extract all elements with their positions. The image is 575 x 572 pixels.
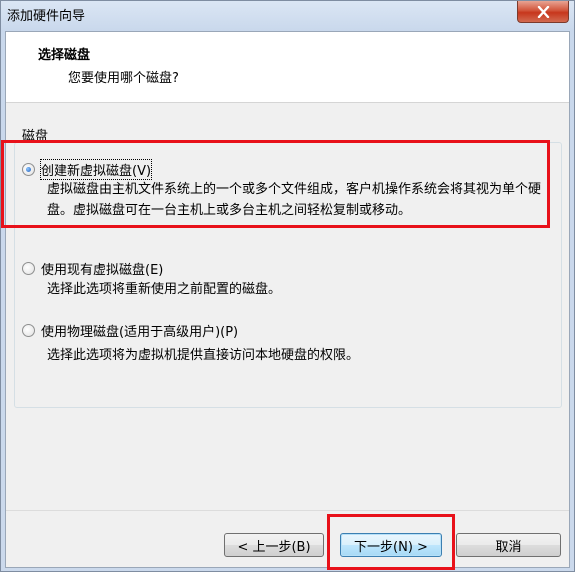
footer-divider xyxy=(6,510,569,511)
close-icon xyxy=(537,5,549,18)
option-use-existing-disk-label: 使用现有虚拟磁盘(E) xyxy=(41,263,164,278)
radio-create-new-disk[interactable] xyxy=(22,163,35,176)
cancel-button[interactable]: 取消 xyxy=(456,533,561,557)
back-button[interactable]: < 上一步(B) xyxy=(224,533,324,557)
radio-use-physical-disk[interactable] xyxy=(22,324,35,337)
option-use-physical-disk[interactable]: 使用物理磁盘(适用于高级用户)(P) xyxy=(22,321,238,340)
close-button[interactable] xyxy=(517,1,569,23)
wizard-body: 选择磁盘 您要使用哪个磁盘? 磁盘 创建新虚拟磁盘(V) 虚拟磁盘由主机文件系统… xyxy=(5,31,570,568)
title-bar[interactable]: 添加硬件向导 xyxy=(1,1,574,31)
radio-use-existing-disk[interactable] xyxy=(22,262,35,275)
wizard-header: 选择磁盘 您要使用哪个磁盘? xyxy=(6,32,569,103)
next-button[interactable]: 下一步(N) > xyxy=(340,533,442,557)
page-subtitle: 您要使用哪个磁盘? xyxy=(68,71,179,86)
option-use-existing-disk-description: 选择此选项将重新使用之前配置的磁盘。 xyxy=(47,282,282,297)
window-title: 添加硬件向导 xyxy=(7,9,86,24)
option-create-new-disk-description: 虚拟磁盘由主机文件系统上的一个或多个文件组成，客户机操作系统会将其视为单个硬盘。… xyxy=(47,182,542,218)
wizard-window: 添加硬件向导 选择磁盘 您要使用哪个磁盘? 磁盘 创建新虚拟磁盘(V) 虚拟磁盘… xyxy=(0,0,575,572)
option-use-physical-disk-label: 使用物理磁盘(适用于高级用户)(P) xyxy=(41,325,239,340)
option-use-physical-disk-description: 选择此选项将为虚拟机提供直接访问本地硬盘的权限。 xyxy=(47,348,360,363)
disk-group-label: 磁盘 xyxy=(20,125,51,144)
option-use-existing-disk[interactable]: 使用现有虚拟磁盘(E) xyxy=(22,259,163,278)
page-title: 选择磁盘 xyxy=(38,48,91,63)
option-create-new-disk-label: 创建新虚拟磁盘(V) xyxy=(39,159,153,180)
option-create-new-disk[interactable]: 创建新虚拟磁盘(V) xyxy=(22,159,153,180)
